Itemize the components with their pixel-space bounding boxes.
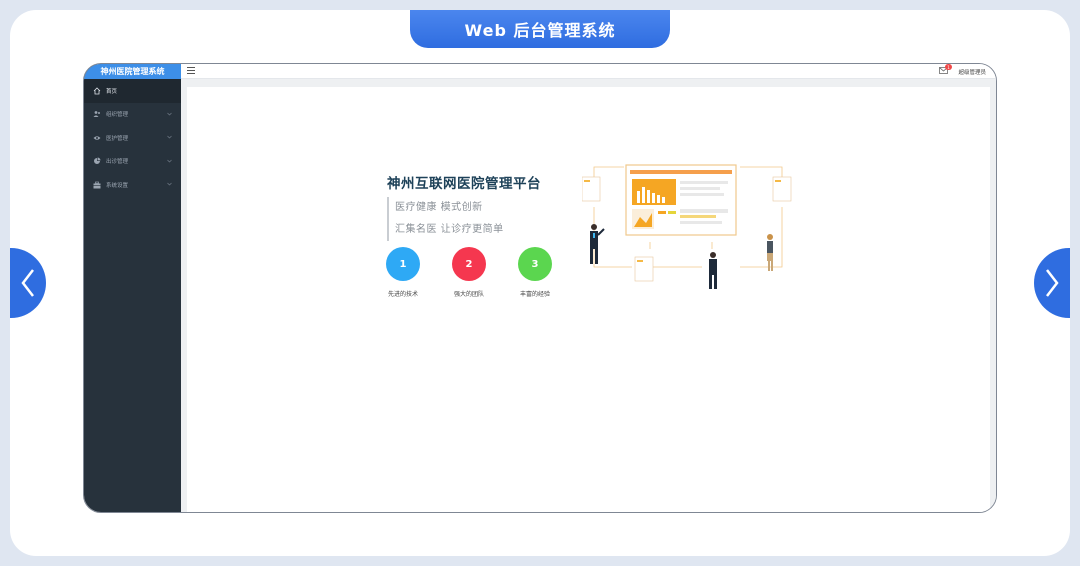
chevron-down-icon	[167, 112, 172, 115]
feature-item: 3 丰富的经验	[510, 247, 560, 298]
chevron-down-icon	[167, 182, 172, 186]
chevron-down-icon	[167, 159, 172, 162]
sidebar-item-organization[interactable]: 组织管理	[84, 103, 181, 127]
chevron-left-icon	[21, 269, 34, 297]
feature-number: 3	[518, 247, 552, 281]
slogan-line: 汇集名医 让诊疗更简单	[395, 224, 504, 235]
feature-label: 丰富的经验	[519, 291, 550, 298]
feature-item: 1 先进的技术	[378, 247, 428, 298]
feature-label: 先进的技术	[387, 291, 418, 298]
home-icon	[93, 87, 101, 95]
users-icon	[93, 110, 101, 118]
sidebar-item-label: 首页	[106, 88, 118, 95]
sidebar: 神州医院管理系统 首页 组织管理 医护管理 出诊管理 系统设置	[84, 64, 181, 512]
notification-badge: 1	[945, 64, 952, 70]
top-header: 1 超级管理员	[181, 64, 996, 79]
chevron-right-icon	[1046, 269, 1059, 297]
app-window: 神州医院管理系统 首页 组织管理 医护管理 出诊管理 系统设置 1 超级管理员 …	[83, 63, 997, 513]
user-menu[interactable]: 超级管理员	[958, 68, 986, 76]
platform-illustration	[582, 164, 792, 289]
app-brand: 神州医院管理系统	[84, 64, 181, 79]
sidebar-item-outpatient[interactable]: 出诊管理	[84, 150, 181, 174]
main-area: 神州互联网医院管理平台 医疗健康 模式创新 汇集名医 让诊疗更简单 1 先进的技…	[181, 79, 996, 512]
sidebar-item-medical-staff[interactable]: 医护管理	[84, 126, 181, 150]
toolbox-icon	[93, 181, 101, 189]
sidebar-item-home[interactable]: 首页	[84, 79, 181, 103]
slogan-line: 医疗健康 模式创新	[395, 202, 483, 213]
page-title: 神州互联网医院管理平台	[387, 176, 541, 192]
feature-number: 1	[386, 247, 420, 281]
sidebar-item-label: 系统设置	[106, 182, 129, 189]
feature-number: 2	[452, 247, 486, 281]
sidebar-item-label: 组织管理	[106, 112, 129, 119]
banner-title: Web 后台管理系统	[410, 10, 670, 48]
feature-label: 强大的团队	[453, 291, 484, 298]
sidebar-item-label: 出诊管理	[106, 159, 129, 166]
feature-item: 2 强大的团队	[444, 247, 494, 298]
sidebar-item-settings[interactable]: 系统设置	[84, 173, 181, 197]
pie-chart-icon	[93, 157, 101, 165]
eye-icon	[93, 134, 101, 142]
slogan-block: 医疗健康 模式创新 汇集名医 让诊疗更简单	[387, 197, 504, 241]
sidebar-item-label: 医护管理	[106, 135, 129, 142]
menu-toggle-icon[interactable]	[187, 67, 195, 74]
chevron-down-icon	[167, 135, 172, 139]
welcome-panel: 神州互联网医院管理平台 医疗健康 模式创新 汇集名医 让诊疗更简单 1 先进的技…	[187, 87, 990, 512]
